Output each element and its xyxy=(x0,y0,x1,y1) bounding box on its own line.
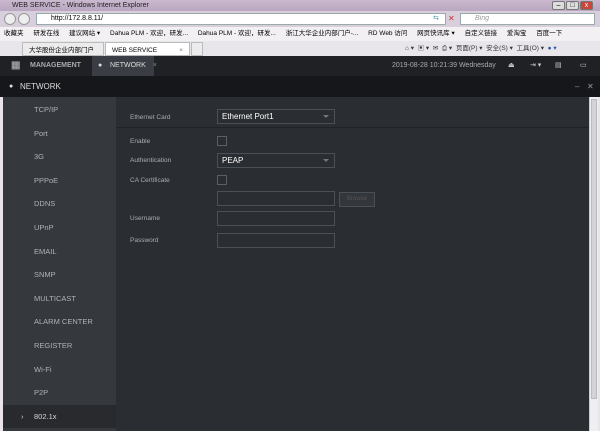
favorite-link[interactable]: 网页快讯库 ▾ xyxy=(417,30,455,37)
password-label: Password xyxy=(130,237,159,244)
sidebar-item-multicast[interactable]: MULTICAST xyxy=(3,287,116,311)
chevron-down-icon xyxy=(323,115,329,118)
fullscreen-icon[interactable]: ▤ xyxy=(555,56,562,76)
favorite-link[interactable]: 自定义链接 xyxy=(465,30,498,37)
command-bar: ⌂ ▾ ▣ ▾ ✉ ⎙ ▾ 页面(P) ▾ 安全(S) ▾ 工具(O) ▾ ● … xyxy=(405,41,557,56)
close-window-button[interactable]: x xyxy=(580,1,593,10)
safety-menu[interactable]: 安全(S) ▾ xyxy=(486,45,513,52)
sidebar-item-label: 802.1x xyxy=(34,411,57,421)
home-icon[interactable]: ⌂ ▾ xyxy=(405,45,414,52)
favorite-link[interactable]: RD Web 访问 xyxy=(368,30,407,37)
browse-button[interactable]: Browse xyxy=(339,192,375,207)
address-bar[interactable]: http://172.8.8.11/ xyxy=(36,13,446,25)
forward-button[interactable] xyxy=(18,13,30,25)
monitor-icon[interactable]: ▭ xyxy=(580,56,587,76)
globe-icon: ● xyxy=(9,83,14,90)
user-icon[interactable]: ⏏ xyxy=(508,56,515,76)
ethernet-card-select[interactable]: Ethernet Port1 xyxy=(217,109,335,124)
back-button[interactable] xyxy=(4,13,16,25)
authentication-value: PEAP xyxy=(222,156,244,165)
maximize-window-button[interactable]: □ xyxy=(566,1,579,10)
feeds-icon[interactable]: ▣ ▾ xyxy=(418,45,430,52)
browser-tab[interactable]: 大华股份企业内部门户 xyxy=(22,42,104,56)
address-row: http://172.8.8.11/ ⇆ ✕ Bing xyxy=(0,11,600,27)
sidebar-item-p2p[interactable]: P2P xyxy=(3,381,116,405)
favorite-link[interactable]: 建议网站 ▾ xyxy=(69,30,100,37)
favorite-link[interactable]: 百度一下 xyxy=(536,30,562,37)
page-menu[interactable]: 页面(P) ▾ xyxy=(456,45,483,52)
refresh-icon[interactable]: ⇆ xyxy=(433,14,439,22)
tools-menu[interactable]: 工具(O) ▾ xyxy=(517,45,544,52)
favorite-link[interactable]: 爱淘宝 xyxy=(507,30,527,37)
browser-tab-row: 大华股份企业内部门户 WEB SERVICE × ⌂ ▾ ▣ ▾ ✉ ⎙ ▾ 页面… xyxy=(0,41,600,56)
sidebar-item-upnp[interactable]: UPnP xyxy=(3,216,116,240)
close-panel-icon[interactable]: ✕ xyxy=(587,76,594,97)
authentication-label: Authentication xyxy=(130,157,172,164)
browser-tab-active[interactable]: WEB SERVICE × xyxy=(105,42,190,56)
stop-icon[interactable]: ✕ xyxy=(448,14,455,23)
username-label: Username xyxy=(130,215,160,222)
sidebar-item-8021x[interactable]: › 802.1x xyxy=(3,404,116,429)
enable-checkbox[interactable] xyxy=(217,136,227,146)
favorites-button[interactable]: 收藏夹 xyxy=(4,30,24,37)
minimize-window-button[interactable]: – xyxy=(552,1,565,10)
app-header: ▦ MANAGEMENT ● NETWORK × 2019-08-28 10:21:3… xyxy=(0,56,600,76)
favorite-link[interactable]: Dahua PLM - 欢迎，研发... xyxy=(198,30,276,37)
ca-certificate-label: CA Certificate xyxy=(130,177,170,184)
sidebar-item-snmp[interactable]: SNMP xyxy=(3,263,116,287)
favorite-link[interactable]: 浙江大华企业内部门户-... xyxy=(286,30,359,37)
scrollbar-thumb[interactable] xyxy=(591,99,597,399)
sidebar-item-ddns[interactable]: DDNS xyxy=(3,192,116,216)
print-icon[interactable]: ⎙ ▾ xyxy=(442,45,452,52)
sidebar-item-pppoe[interactable]: PPPoE xyxy=(3,169,116,193)
datetime: 2019-08-28 10:21:39 Wednesday xyxy=(392,62,496,69)
vertical-scrollbar[interactable] xyxy=(589,97,598,431)
sidebar-item-email[interactable]: EMAIL xyxy=(3,240,116,264)
logout-icon[interactable]: ⇥ ▾ xyxy=(530,56,541,76)
password-input[interactable] xyxy=(217,233,335,248)
window-title: WEB SERVICE - Windows Internet Explorer xyxy=(12,2,149,9)
panel-title: NETWORK xyxy=(20,82,61,91)
grid-icon: ▦ xyxy=(11,60,21,71)
help-icon[interactable]: ● ▾ xyxy=(548,45,557,52)
ethernet-card-value: Ethernet Port1 xyxy=(222,112,274,121)
divider xyxy=(116,127,589,128)
search-input[interactable]: Bing xyxy=(460,13,595,25)
ethernet-card-label: Ethernet Card xyxy=(130,114,171,121)
certificate-path-input[interactable] xyxy=(217,191,335,206)
network-tab-label: NETWORK xyxy=(110,62,146,69)
chevron-down-icon xyxy=(323,159,329,162)
mail-icon[interactable]: ✉ xyxy=(433,45,438,52)
management-tab[interactable]: ▦ MANAGEMENT xyxy=(0,56,92,76)
sidebar-item-alarm-center[interactable]: ALARM CENTER xyxy=(3,310,116,334)
favorites-bar: 收藏夹 研发在线 建议网站 ▾ Dahua PLM - 欢迎，研发... Dah… xyxy=(0,27,600,41)
favorite-link[interactable]: Dahua PLM - 欢迎，研发... xyxy=(110,30,188,37)
sidebar-item-3g[interactable]: 3G xyxy=(3,145,116,169)
main-panel: Ethernet Card Ethernet Port1 Enable Auth… xyxy=(116,97,589,431)
sidebar-item-tcpip[interactable]: TCP/IP xyxy=(3,98,116,122)
authentication-select[interactable]: PEAP xyxy=(217,153,335,168)
management-label: MANAGEMENT xyxy=(30,62,81,69)
panel-header: ● NETWORK – ✕ xyxy=(0,76,600,97)
sidebar: TCP/IP Port 3G PPPoE DDNS UPnP EMAIL SNM… xyxy=(3,97,116,431)
minimize-panel-icon[interactable]: – xyxy=(575,76,579,97)
network-tab[interactable]: ● NETWORK × xyxy=(92,56,157,76)
ca-certificate-checkbox[interactable] xyxy=(217,175,227,185)
username-input[interactable] xyxy=(217,211,335,226)
sidebar-item-register[interactable]: REGISTER xyxy=(3,334,116,358)
new-tab-button[interactable] xyxy=(191,42,203,56)
enable-label: Enable xyxy=(130,138,151,145)
sidebar-item-wifi[interactable]: Wi-Fi xyxy=(3,358,116,382)
chevron-right-icon: › xyxy=(21,411,24,421)
sidebar-item-port[interactable]: Port xyxy=(3,122,116,146)
globe-icon: ● xyxy=(98,62,103,69)
close-tab-icon[interactable]: × xyxy=(153,62,157,69)
window-title-bar: WEB SERVICE - Windows Internet Explorer xyxy=(0,0,600,11)
favorite-link[interactable]: 研发在线 xyxy=(33,30,59,37)
tab-label: WEB SERVICE xyxy=(112,47,158,54)
